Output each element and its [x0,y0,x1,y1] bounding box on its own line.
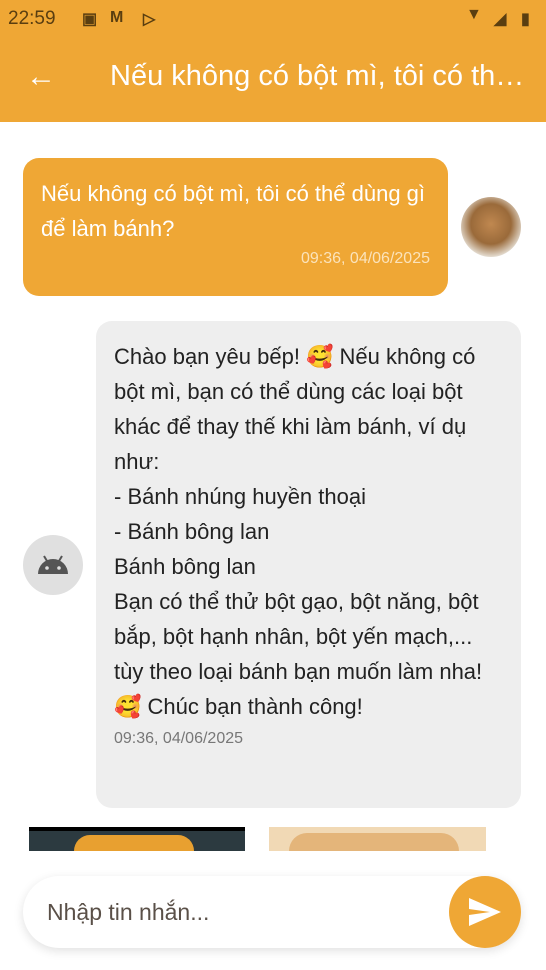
wifi-icon: ▼ [466,6,482,23]
signal-icon: ◢ [494,11,507,28]
user-avatar [461,197,521,257]
page-title: Nếu không có bột mì, tôi có thể dùng gì … [110,60,530,92]
message-text: Nếu không có bột mì, tôi có thể dùng gì … [41,181,426,241]
status-bar: 22:59 ▣ M ▷ ▼ ◢ ▮ [0,0,546,40]
send-button[interactable] [449,876,521,948]
message-timestamp: 09:36, 04/06/2025 [114,730,244,747]
status-time: 22:59 [8,8,56,29]
gmail-icon: M [110,9,124,26]
user-message-bubble: Nếu không có bột mì, tôi có thể dùng gì … [23,158,448,296]
send-icon [469,898,501,926]
android-icon [38,555,68,574]
recipe-image[interactable] [29,827,245,851]
app-bar: ← Nếu không có bột mì, tôi có thể dùng g… [0,40,546,122]
message-text: Chào bạn yêu bếp! 🥰 Nếu không có bột mì,… [114,344,483,719]
back-arrow-icon[interactable]: ← [26,60,56,94]
message-input[interactable] [47,894,437,930]
message-timestamp: 09:36, 04/06/2025 [300,250,430,267]
bot-avatar [23,535,83,595]
recipe-image[interactable] [269,827,486,851]
bot-message-bubble: Chào bạn yêu bếp! 🥰 Nếu không có bột mì,… [96,321,521,808]
message-input-bar [23,876,521,948]
battery-icon: ▮ [521,11,530,28]
play-store-icon: ▷ [143,11,156,28]
notification-a-icon: ▣ [82,11,98,28]
